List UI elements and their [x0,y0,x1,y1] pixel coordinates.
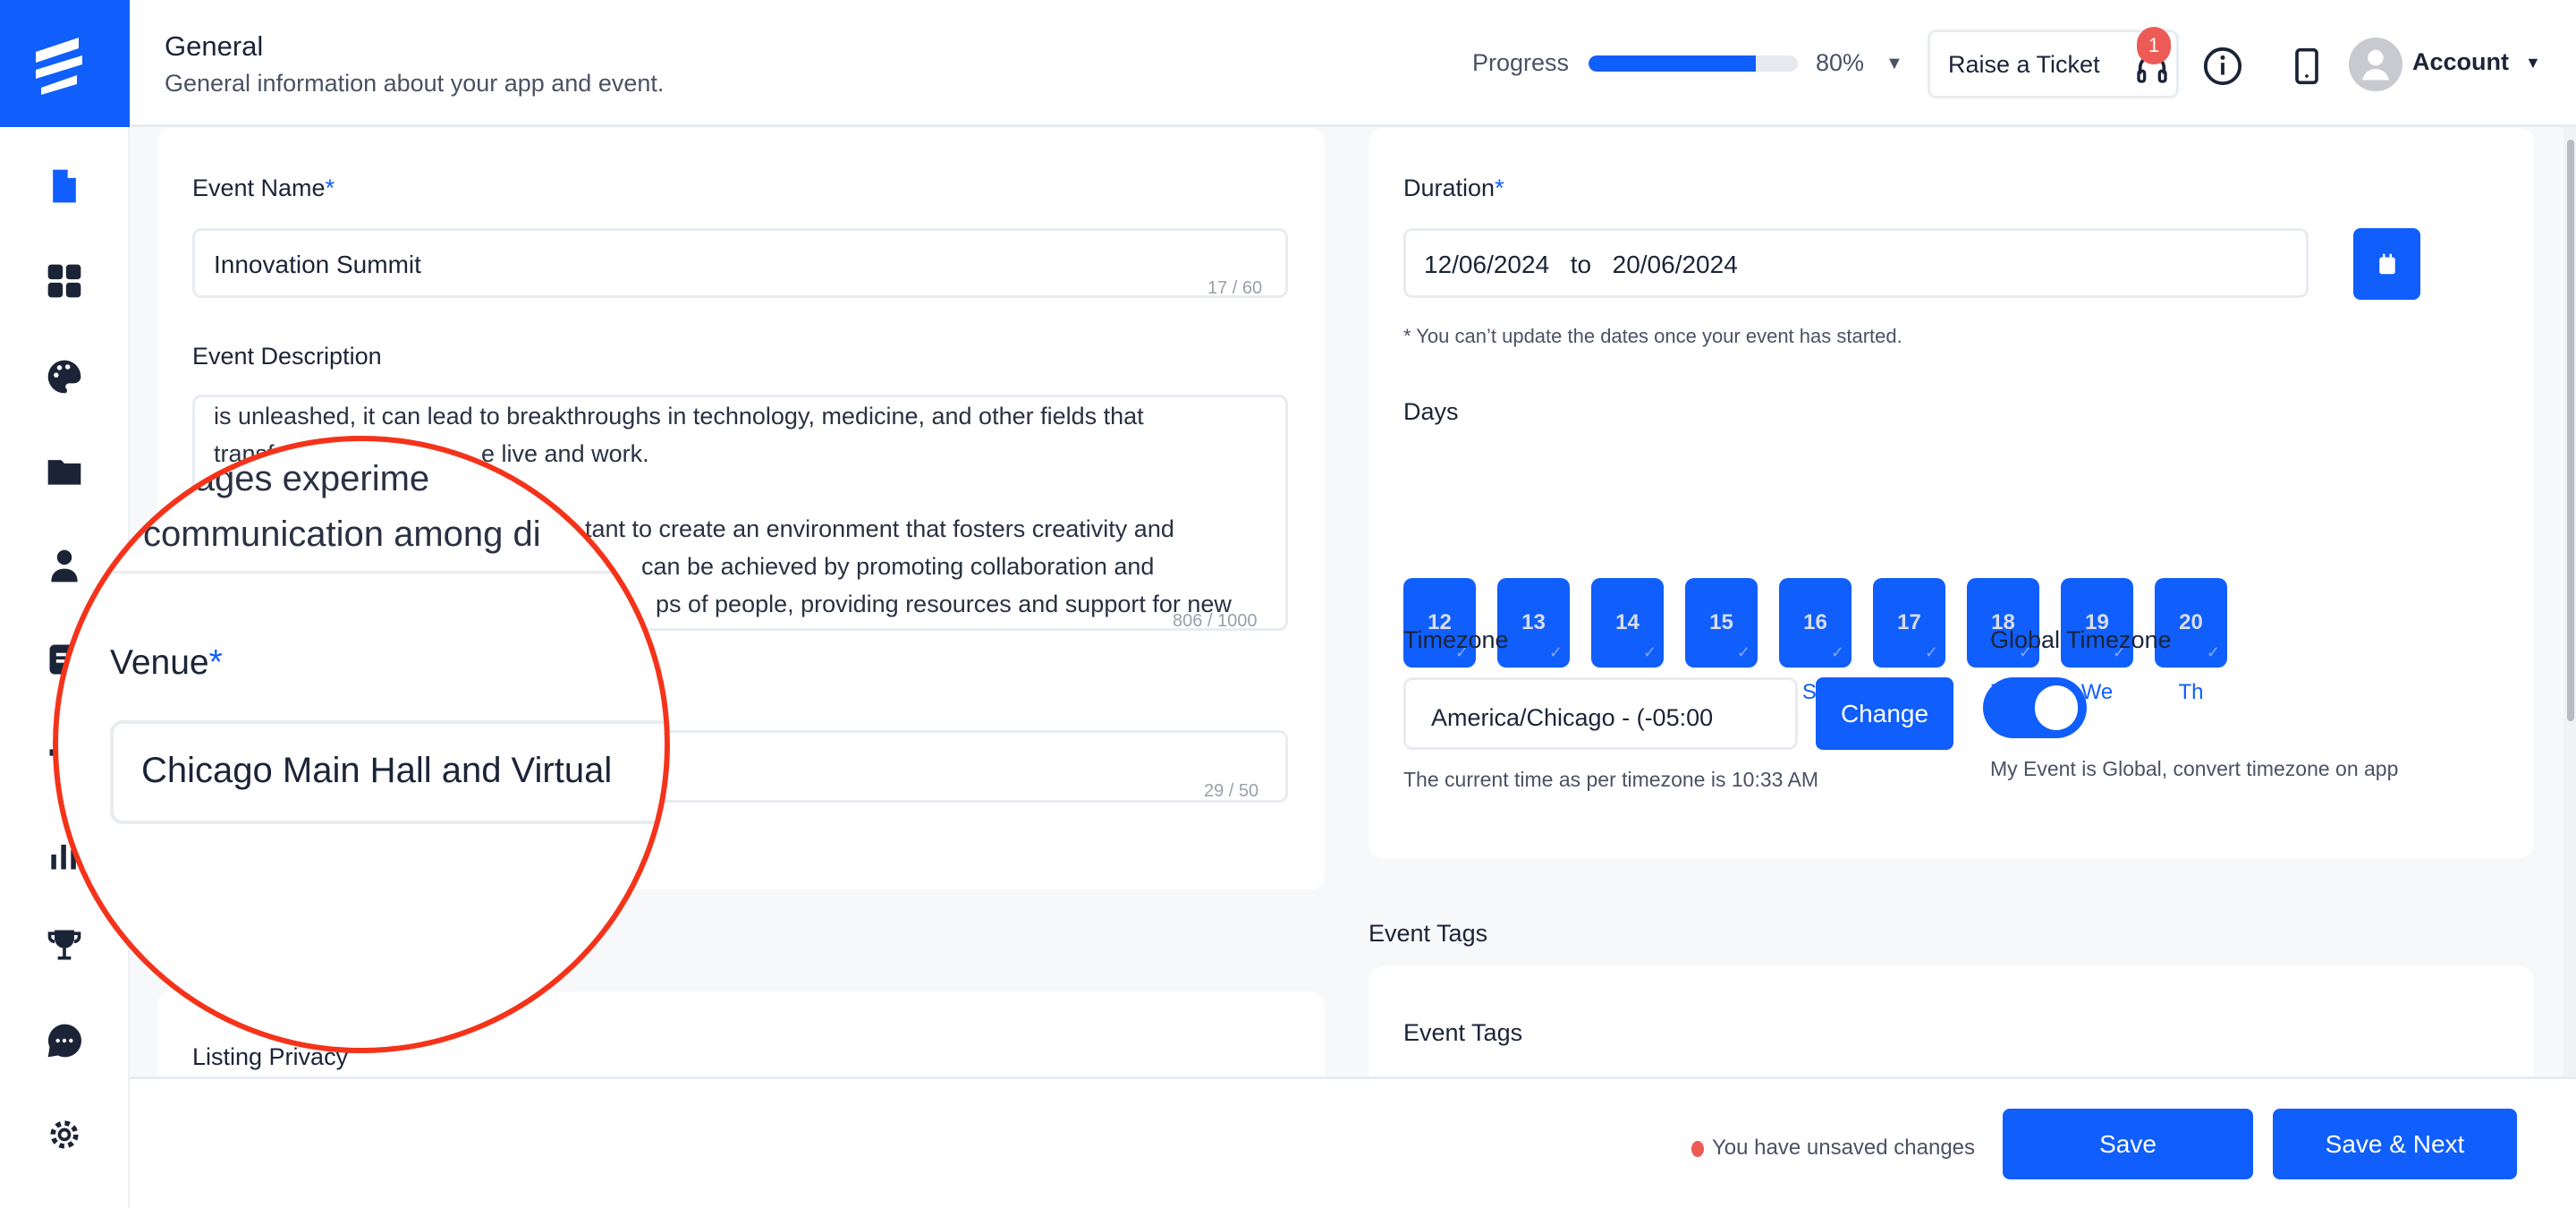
days-label: Days [1403,398,1459,425]
day-number: 14 [1615,610,1640,634]
raise-ticket-button[interactable]: Raise a Ticket 1 [1928,27,2179,98]
toggle-knob [2035,685,2078,730]
timezone-label: Timezone [1403,626,1509,653]
scrollbar-thumb[interactable] [2567,140,2574,721]
page-subtitle: General information about your app and e… [165,70,665,97]
day-name: Th [2178,680,2204,704]
account-menu[interactable]: Account [2412,48,2509,76]
ticket-badge: 1 [2137,27,2171,64]
day-toggle-14[interactable]: 14 ✓ [1591,578,1664,668]
description-line: e live and work. [481,440,649,467]
day-number: 20 [2179,610,2203,634]
save-button[interactable]: Save [2003,1109,2253,1179]
event-schedule-card: Duration* 12/06/2024 to 20/06/2024 * You… [1368,128,2534,858]
global-timezone-label: Global Timezone [1990,626,2172,653]
current-time-text: The current time as per timezone is 10:3… [1403,768,1819,791]
event-name-label: Event Name* [192,174,335,201]
global-timezone-toggle[interactable] [1983,677,2087,738]
global-timezone-help: My Event is Global, convert timezone on … [1990,757,2399,780]
end-date: 20/06/2024 [1612,251,1738,278]
day-toggle-12[interactable]: 12 ✓ [1403,578,1476,668]
check-icon: ✓ [1642,643,1657,661]
day-toggle-18[interactable]: 18 ✓ [1967,578,2039,668]
folder-icon[interactable] [45,452,84,491]
progress-value: 80% [1816,49,1865,76]
scrollbar[interactable] [2563,127,2576,1077]
user-icon[interactable] [45,546,84,585]
start-date: 12/06/2024 [1424,251,1550,278]
chat-icon[interactable] [45,1021,84,1060]
progress-fill [1589,55,1757,72]
day-number: 15 [1709,610,1733,634]
day-toggle-13[interactable]: 13 ✓ [1497,578,1570,668]
description-line: is unleashed, it can lead to breakthroug… [214,403,1144,430]
magnified-description-line: ourages experime [143,459,430,498]
check-icon: ✓ [2206,643,2220,661]
description-line: ps of people, providing resources and su… [656,591,1232,617]
magnifier-overlay: ourages experime communication among di … [53,436,670,1053]
event-tags-label: Event Tags [1403,1019,1523,1046]
event-name-value: Innovation Summit [214,251,421,278]
logo-icon [36,38,82,95]
description-line: can be achieved by promoting collaborati… [641,553,1155,580]
day-toggle-19[interactable]: 19 ✓ [2061,578,2133,668]
mobile-icon[interactable] [2287,46,2326,87]
event-name-counter: 17 / 60 [1208,278,1263,298]
duration-note: * You can’t update the dates once your e… [1403,325,1902,347]
check-icon: ✓ [1924,643,1938,661]
save-next-button[interactable]: Save & Next [2273,1109,2517,1179]
day-toggle-15[interactable]: 15 ✓ [1685,578,1758,668]
check-icon: ✓ [1736,643,1750,661]
check-icon: ✓ [1830,643,1844,661]
progress-bar [1589,55,1798,72]
info-icon[interactable] [2202,46,2243,87]
timezone-value: America/Chicago - (-05:00 CDT) [1431,704,1714,747]
event-description-counter: 806 / 1000 [1173,611,1258,631]
day-toggle-17[interactable]: 17 ✓ [1873,578,1945,668]
trophy-icon[interactable] [45,925,84,965]
footer: You have unsaved changes Save Save & Nex… [130,1076,2576,1208]
unsaved-dot-icon [1691,1141,1704,1157]
day-number: 17 [1897,610,1921,634]
event-tags-section-title: Event Tags [1368,920,1488,947]
palette-icon[interactable] [45,357,84,396]
magnified-textarea-border [58,571,665,574]
raise-ticket-label: Raise a Ticket [1948,51,2100,78]
duration-label: Duration* [1403,174,1504,201]
header: General General information about your a… [130,0,2576,127]
day-number: 16 [1803,610,1827,634]
unsaved-changes-text: You have unsaved changes [1712,1136,1976,1160]
magnified-description-line: communication among di [143,515,541,554]
app-logo[interactable] [0,0,130,127]
avatar[interactable] [2349,38,2402,91]
check-icon: ✓ [1548,643,1563,661]
page-title: General [165,30,264,62]
calendar-icon [2378,253,2395,275]
magnified-venue-label: Venue* [110,643,223,682]
change-timezone-button[interactable]: Change [1816,677,1953,750]
progress-caret-icon[interactable]: ▼ [1885,54,1903,74]
event-name-input[interactable]: Innovation Summit [192,228,1288,298]
timezone-input[interactable]: America/Chicago - (-05:00 CDT) [1403,677,1798,750]
event-description-label: Event Description [192,343,382,370]
document-icon[interactable] [45,166,84,206]
venue-value: Chicago Main Hall and Virtual [141,751,613,790]
venue-counter: 29 / 50 [1204,781,1259,801]
progress-label: Progress [1472,49,1570,76]
account-caret-icon[interactable]: ▼ [2525,54,2541,72]
day-toggle-16[interactable]: 16 ✓ [1779,578,1852,668]
dashboard-icon[interactable] [45,261,84,301]
date-separator: to [1570,251,1592,278]
duration-input[interactable]: 12/06/2024 to 20/06/2024 [1403,228,2309,298]
gear-icon[interactable] [45,1115,84,1154]
calendar-button[interactable] [2353,228,2420,300]
magnified-venue-input[interactable]: Chicago Main Hall and Virtual [110,720,665,824]
day-toggle-20[interactable]: 20 ✓ [2155,578,2227,668]
day-number: 13 [1521,610,1546,634]
description-line: tant to create an environment that foste… [585,515,1174,542]
